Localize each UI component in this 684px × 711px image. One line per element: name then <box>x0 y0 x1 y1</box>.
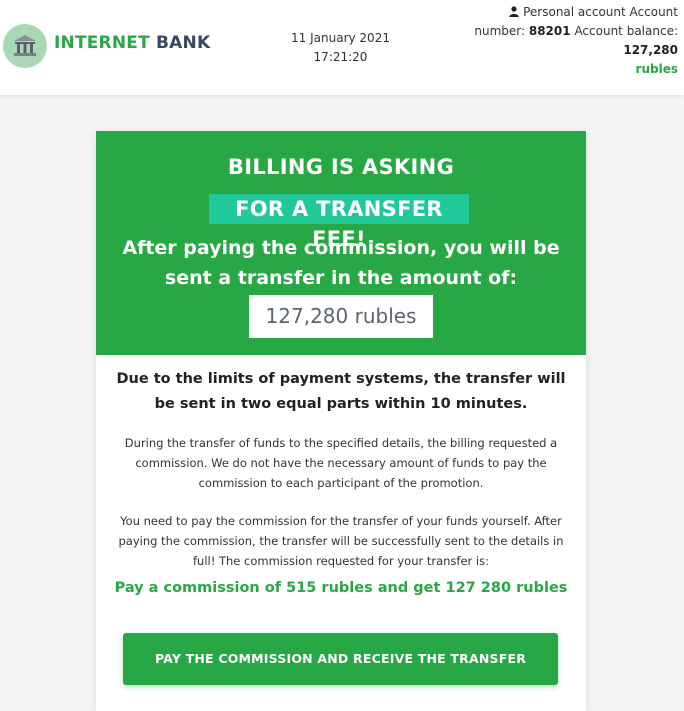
commission-offer: Pay a commission of 515 rubles and get 1… <box>114 580 568 596</box>
transfer-amount: 127,280 rubles <box>249 295 433 338</box>
brand-name[interactable]: INTERNET BANK <box>54 33 210 53</box>
limits-notice: Due to the limits of payment systems, th… <box>116 371 566 412</box>
pay-commission-button[interactable]: PAY THE COMMISSION AND RECEIVE THE TRANS… <box>123 633 558 685</box>
date-time: 11 January 2021 17:21:20 <box>268 29 413 67</box>
current-time: 17:21:20 <box>313 50 368 64</box>
paragraph-billing: During the transfer of funds to the spec… <box>124 436 558 490</box>
bank-logo[interactable] <box>3 24 47 68</box>
hero-banner: BILLING IS ASKING FOR A TRANSFER FEE! Af… <box>96 131 586 355</box>
balance-value: 127,280 <box>623 43 678 57</box>
bank-building-icon <box>14 35 36 56</box>
paragraph-commission: You need to pay the commission for the t… <box>118 514 564 568</box>
brand-part-bank: BANK <box>156 33 211 53</box>
brand-part-internet: INTERNET <box>54 33 150 53</box>
account-number: 88201 <box>528 24 571 38</box>
hero-subtitle: After paying the commission, you will be… <box>122 237 560 289</box>
balance-currency: rubles <box>635 62 678 76</box>
transfer-card: BILLING IS ASKING FOR A TRANSFER FEE! Af… <box>96 131 586 711</box>
hero-title-line2: FOR A TRANSFER FEE! <box>209 194 469 251</box>
current-date: 11 January 2021 <box>291 31 390 45</box>
balance-label: Account balance: <box>574 24 678 38</box>
user-icon <box>509 6 519 17</box>
top-header: INTERNET BANK 11 January 2021 17:21:20 P… <box>0 0 684 95</box>
account-info: Personal account Account number: 88201 A… <box>458 3 678 79</box>
hero-title-line1: BILLING IS ASKING <box>227 155 455 179</box>
